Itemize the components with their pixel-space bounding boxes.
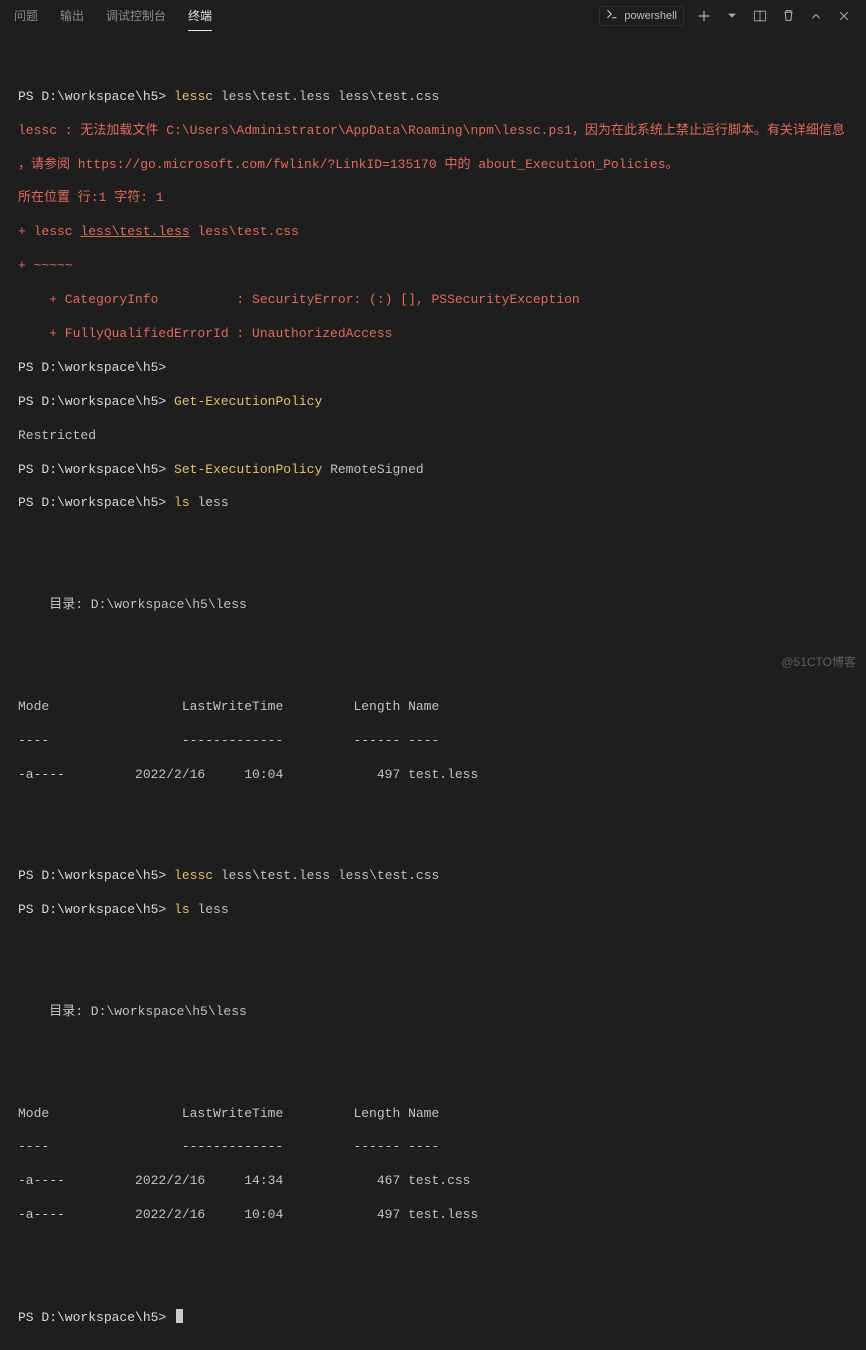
cmd-ls: ls (174, 495, 190, 510)
close-panel-button[interactable] (836, 8, 852, 24)
output-line: Restricted (18, 428, 856, 445)
ps-prompt: PS D:\workspace\h5> (18, 394, 166, 409)
table-header: Mode LastWriteTime Length Name (18, 1106, 856, 1123)
tab-debug-console[interactable]: 调试控制台 (106, 1, 166, 31)
error-line: + FullyQualifiedErrorId : UnauthorizedAc… (18, 326, 856, 343)
ps-prompt: PS D:\workspace\h5> (18, 89, 166, 104)
cmd-args: less (190, 902, 229, 917)
maximize-panel-button[interactable] (808, 8, 824, 24)
kill-terminal-button[interactable] (780, 8, 796, 24)
table-header-sep: ---- ------------- ------ ---- (18, 1139, 856, 1156)
table-row: -a---- 2022/2/16 10:04 497 test.less (18, 767, 856, 784)
cmd-args: RemoteSigned (322, 462, 423, 477)
cmd-lessc: lessc (174, 89, 213, 104)
cmd-args: less\test.less less\test.css (213, 868, 439, 883)
error-line: ，请参阅 https://go.microsoft.com/fwlink/?Li… (18, 157, 856, 174)
tab-problems[interactable]: 问题 (14, 1, 38, 31)
table-header-sep: ---- ------------- ------ ---- (18, 733, 856, 750)
ps-prompt: PS D:\workspace\h5> (18, 495, 166, 510)
error-line: 所在位置 行:1 字符: 1 (18, 190, 856, 207)
panel-tabbar: 问题 输出 调试控制台 终端 powershell (0, 0, 866, 32)
new-terminal-button[interactable] (696, 8, 712, 24)
shell-name: powershell (624, 9, 677, 23)
terminal-toolbar: powershell (599, 6, 852, 26)
dir-header: 目录: D:\workspace\h5\less (18, 1004, 856, 1021)
cursor (176, 1309, 183, 1323)
error-line: + ~~~~~ (18, 258, 856, 275)
ps-prompt: PS D:\workspace\h5> (18, 462, 166, 477)
tab-output[interactable]: 输出 (60, 1, 84, 31)
panel-tabs: 问题 输出 调试控制台 终端 (14, 1, 599, 32)
table-row: -a---- 2022/2/16 10:04 497 test.less (18, 1207, 856, 1224)
ps-prompt: PS D:\workspace\h5> (18, 868, 166, 883)
table-row: -a---- 2022/2/16 14:34 467 test.css (18, 1173, 856, 1190)
error-line: + lessc less\test.less less\test.css (18, 224, 856, 241)
tab-terminal[interactable]: 终端 (188, 1, 212, 32)
terminal-output[interactable]: PS D:\workspace\h5> lessc less\test.less… (0, 32, 866, 1350)
dropdown-split-icon[interactable] (724, 8, 740, 24)
ps-prompt: PS D:\workspace\h5> (18, 360, 166, 375)
terminal-icon (606, 8, 618, 24)
ps-prompt: PS D:\workspace\h5> (18, 902, 166, 917)
cmd-ls: ls (174, 902, 190, 917)
shell-selector[interactable]: powershell (599, 6, 684, 26)
cmd-args: less (190, 495, 229, 510)
cmd-args: less\test.less less\test.css (213, 89, 439, 104)
table-header: Mode LastWriteTime Length Name (18, 699, 856, 716)
error-line: + CategoryInfo : SecurityError: (:) [], … (18, 292, 856, 309)
cmd-get-executionpolicy: Get-ExecutionPolicy (174, 394, 322, 409)
cmd-lessc: lessc (174, 868, 213, 883)
split-terminal-button[interactable] (752, 8, 768, 24)
ps-prompt: PS D:\workspace\h5> (18, 1310, 166, 1325)
dir-header: 目录: D:\workspace\h5\less (18, 597, 856, 614)
cmd-set-executionpolicy: Set-ExecutionPolicy (174, 462, 322, 477)
error-line: lessc : 无法加载文件 C:\Users\Administrator\Ap… (18, 123, 856, 140)
